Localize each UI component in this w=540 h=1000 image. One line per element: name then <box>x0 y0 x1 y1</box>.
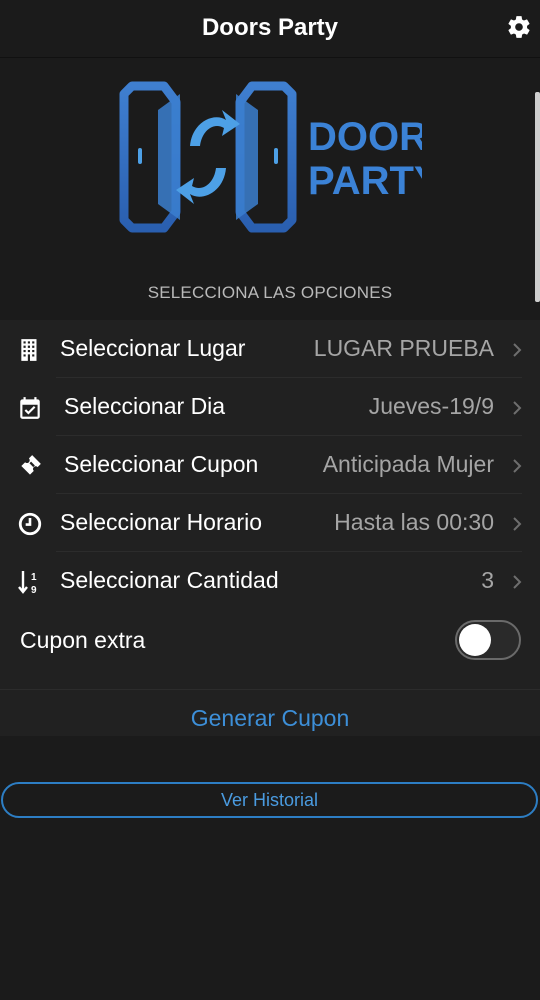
option-label: Seleccionar Cantidad <box>60 567 279 593</box>
option-label: Seleccionar Horario <box>60 509 262 535</box>
option-row-cantidad[interactable]: 1 9 Seleccionar Cantidad 3 <box>0 552 540 610</box>
toggle-knob <box>459 624 491 656</box>
generate-cupon-button[interactable]: Generar Cupon <box>0 689 540 737</box>
gear-icon[interactable] <box>506 14 532 40</box>
option-value: Anticipada Mujer <box>322 451 494 477</box>
option-value: Jueves-19/9 <box>368 393 494 419</box>
svg-text:9: 9 <box>31 585 37 595</box>
chevron-right-icon <box>513 517 522 531</box>
doors-party-logo: DOORS PARTY <box>119 81 422 233</box>
sort-numeric-icon: 1 9 <box>18 571 37 595</box>
ver-historial-button[interactable]: Ver Historial <box>1 782 538 818</box>
option-row-lugar[interactable]: Seleccionar Lugar LUGAR PRUEBA <box>0 320 540 378</box>
option-value: LUGAR PRUEBA <box>313 335 494 361</box>
app-title: Doors Party <box>201 14 339 41</box>
options-card: Seleccionar Lugar LUGAR PRUEBA Seleccion… <box>0 320 540 736</box>
cupon-extra-toggle[interactable] <box>455 620 521 660</box>
building-icon <box>21 339 37 361</box>
section-title: SELECCIONA LAS OPCIONES <box>147 283 393 302</box>
option-row-cupon[interactable]: Seleccionar Cupon Anticipada Mujer <box>0 436 540 494</box>
chevron-right-icon <box>513 459 522 473</box>
option-label: Seleccionar Cupon <box>64 451 259 477</box>
generate-cupon-label: Generar Cupon <box>190 705 350 731</box>
option-label: Seleccionar Lugar <box>60 335 246 361</box>
ticket-icon <box>21 455 41 475</box>
logo-text-party: PARTY <box>308 159 422 203</box>
header-bar: Doors Party <box>0 0 540 58</box>
chevron-right-icon <box>513 575 522 589</box>
chevron-right-icon <box>513 343 522 357</box>
option-label: Seleccionar Dia <box>64 393 226 419</box>
option-row-horario[interactable]: Seleccionar Horario Hasta las 00:30 <box>0 494 540 552</box>
option-value: 3 <box>481 567 494 593</box>
option-row-dia[interactable]: Seleccionar Dia Jueves-19/9 <box>0 378 540 436</box>
app-screen: Doors Party DOOR PART SELECCIONA LAS OPC… <box>0 0 540 1000</box>
svg-text:1: 1 <box>31 572 37 583</box>
logo: DOORS PARTY <box>0 58 540 268</box>
ver-historial-label: Ver Historial <box>220 790 319 810</box>
option-value: Hasta las 00:30 <box>334 509 494 535</box>
calendar-check-icon <box>20 397 40 419</box>
logo-text-doors: DOORS <box>308 115 422 159</box>
clock-icon <box>18 512 42 536</box>
chevron-right-icon <box>513 401 522 415</box>
cupon-extra-label: Cupon extra <box>20 627 146 653</box>
